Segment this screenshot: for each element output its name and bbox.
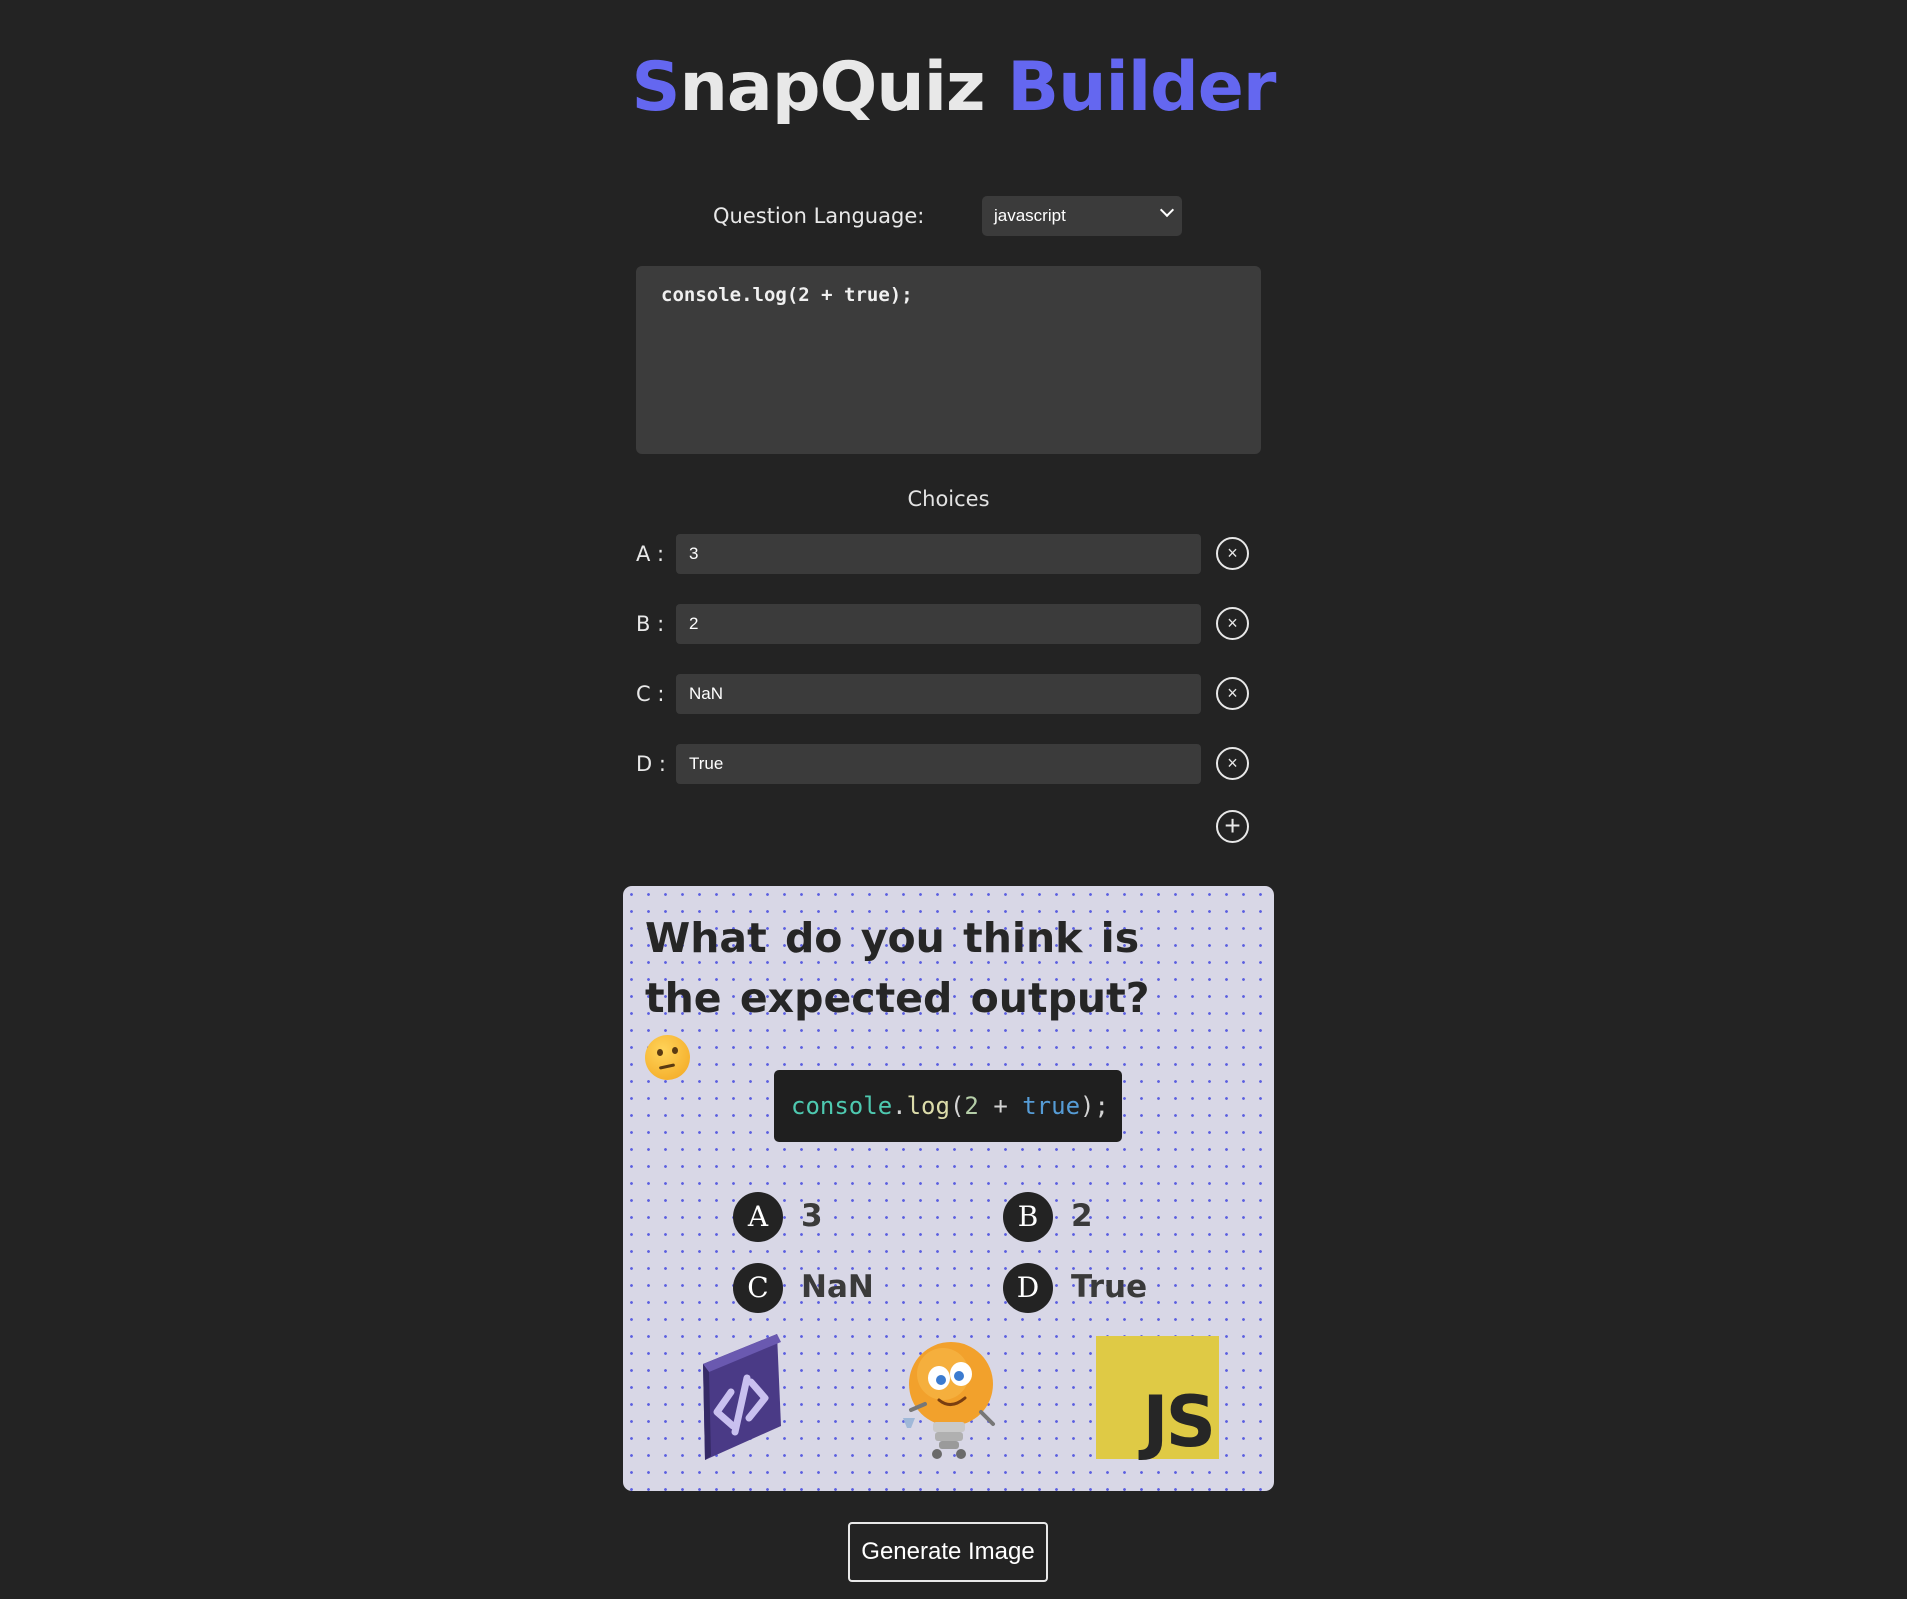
preview-question: What do you think is the expected output… bbox=[645, 908, 1205, 1088]
answer-text: 2 bbox=[1071, 1198, 1093, 1234]
generate-image-button[interactable]: Generate Image bbox=[848, 1522, 1048, 1582]
answer-badge: A bbox=[733, 1192, 783, 1242]
language-select[interactable]: javascript bbox=[982, 196, 1182, 236]
choice-letter: A : bbox=[636, 542, 665, 566]
preview-answer-a: A 3 bbox=[733, 1192, 973, 1244]
code-logo-icon bbox=[703, 1334, 781, 1460]
language-row: Question Language: javascript bbox=[713, 196, 1183, 236]
preview-answer-c: C NaN bbox=[733, 1263, 973, 1315]
choice-row-d: D : True × bbox=[636, 744, 1256, 786]
choice-row-b: B : 2 × bbox=[636, 604, 1256, 646]
code-token-close: ); bbox=[1080, 1092, 1109, 1120]
code-editor[interactable]: console.log(2 + true); bbox=[636, 266, 1261, 454]
preview-code-block: console.log(2 + true); bbox=[774, 1070, 1122, 1142]
javascript-logo-icon: JS bbox=[1096, 1336, 1219, 1463]
language-selected-value: javascript bbox=[994, 206, 1066, 225]
snapquiz-builder-page: SnapQuiz Builder Question Language: java… bbox=[0, 0, 1907, 1599]
choice-letter: D : bbox=[636, 752, 666, 776]
choice-input-a[interactable]: 3 bbox=[676, 534, 1201, 574]
title-snapquiz: napQuiz bbox=[679, 48, 1008, 127]
answer-text: NaN bbox=[801, 1269, 874, 1305]
choice-letter: C : bbox=[636, 682, 665, 706]
code-token-keyword: true bbox=[1022, 1092, 1081, 1120]
page-title: SnapQuiz Builder bbox=[0, 48, 1907, 127]
code-token-function: log bbox=[906, 1092, 950, 1120]
js-logo-text: JS bbox=[1142, 1381, 1216, 1463]
remove-choice-icon[interactable]: × bbox=[1216, 747, 1249, 780]
thinking-face-icon bbox=[645, 1035, 690, 1080]
preview-answer-b: B 2 bbox=[1003, 1192, 1243, 1244]
choice-input-b[interactable]: 2 bbox=[676, 604, 1201, 644]
chevron-down-icon bbox=[1159, 202, 1175, 218]
code-token-number: 2 bbox=[964, 1092, 979, 1120]
choices-heading: Choices bbox=[907, 487, 990, 511]
answer-badge: B bbox=[1003, 1192, 1053, 1242]
answer-text: 3 bbox=[801, 1198, 823, 1234]
add-choice-icon[interactable]: + bbox=[1216, 810, 1249, 843]
code-token-open: ( bbox=[949, 1092, 965, 1120]
lightbulb-mascot-icon bbox=[903, 1342, 995, 1459]
choice-input-c[interactable]: NaN bbox=[676, 674, 1201, 714]
choice-row-c: C : NaN × bbox=[636, 674, 1256, 716]
remove-choice-icon[interactable]: × bbox=[1216, 537, 1249, 570]
answer-badge: D bbox=[1003, 1263, 1053, 1313]
code-token-object: console bbox=[791, 1092, 893, 1120]
code-token-operator: + bbox=[978, 1092, 1023, 1120]
title-letter-s: S bbox=[631, 48, 681, 127]
preview-question-text: What do you think is the expected output… bbox=[645, 914, 1150, 1022]
choice-input-d[interactable]: True bbox=[676, 744, 1201, 784]
choice-row-a: A : 3 × bbox=[636, 534, 1256, 576]
choice-letter: B : bbox=[636, 612, 665, 636]
remove-choice-icon[interactable]: × bbox=[1216, 607, 1249, 640]
code-token-dot: . bbox=[892, 1092, 907, 1120]
answer-badge: C bbox=[733, 1263, 783, 1313]
title-builder: Builder bbox=[1007, 48, 1276, 127]
language-label: Question Language: bbox=[713, 204, 925, 228]
preview-answer-d: D True bbox=[1003, 1263, 1243, 1315]
remove-choice-icon[interactable]: × bbox=[1216, 677, 1249, 710]
quiz-preview-card: What do you think is the expected output… bbox=[623, 886, 1274, 1491]
answer-text: True bbox=[1071, 1269, 1148, 1305]
